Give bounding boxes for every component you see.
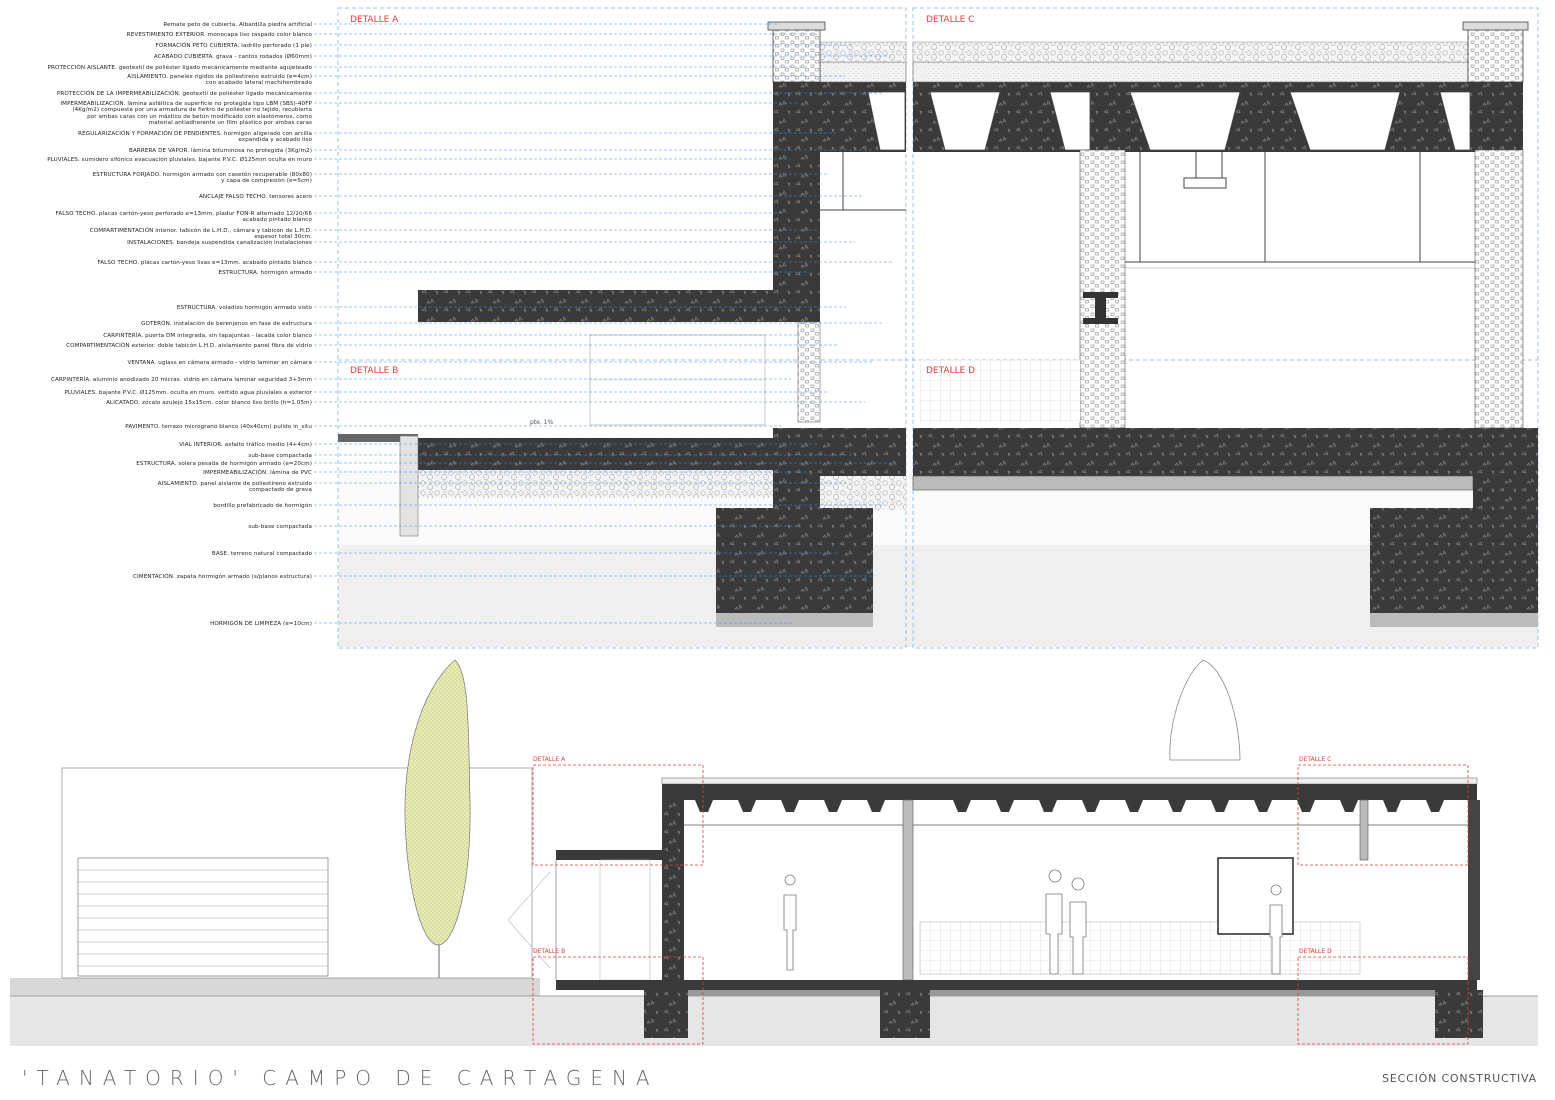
waffle-rib (867, 800, 885, 812)
waffle-rib (1254, 800, 1272, 812)
construction-section-drawing: DETALLE A DETALLE C DETALLE B DETALLE D pte… (10, 7, 1539, 1046)
waffle-rib (695, 800, 713, 812)
detail-section-large: DETALLE A DETALLE C DETALLE B DETALLE D pte… (314, 7, 1539, 649)
cypress-tree (404, 659, 471, 946)
project-title: 'TANATORIO' CAMPO DE CARTAGENA (22, 1066, 659, 1090)
detail-label: DETALLE B (350, 366, 398, 376)
garage-door (77, 857, 329, 977)
detail-label-small: DETALLE A (533, 756, 566, 763)
waffle-rib (1039, 800, 1057, 812)
waffle-rib (1211, 800, 1229, 812)
drawing-sheet: Remate peto de cubierta. Albardilla pied… (0, 0, 1555, 1100)
overall-section: DETALLE A DETALLE CDETALLE B DETALLE D (10, 659, 1538, 1046)
waffle-rib (953, 800, 971, 812)
waffle-rib (1426, 800, 1444, 812)
detail-label: DETALLE D (926, 366, 975, 376)
detail-label-small: DETALLE C (1299, 756, 1331, 763)
detail-label-small: DETALLE D (1299, 948, 1332, 955)
tree-outline (1169, 659, 1241, 761)
detail-label: DETALLE A (350, 15, 399, 25)
waffle-rib (1082, 800, 1100, 812)
sheet-subtitle: SECCIÓN CONSTRUCTIVA (1382, 1072, 1537, 1085)
waffle-rib (1340, 800, 1358, 812)
waffle-rib (781, 800, 799, 812)
waffle-rib (738, 800, 756, 812)
waffle-rib (824, 800, 842, 812)
waffle-rib (1297, 800, 1315, 812)
waffle-rib (1125, 800, 1143, 812)
waffle-rib (996, 800, 1014, 812)
detail-label: DETALLE C (926, 15, 974, 25)
waffle-rib (1168, 800, 1186, 812)
waffle-rib (1383, 800, 1401, 812)
slope-label: pte. 1% (530, 419, 553, 426)
